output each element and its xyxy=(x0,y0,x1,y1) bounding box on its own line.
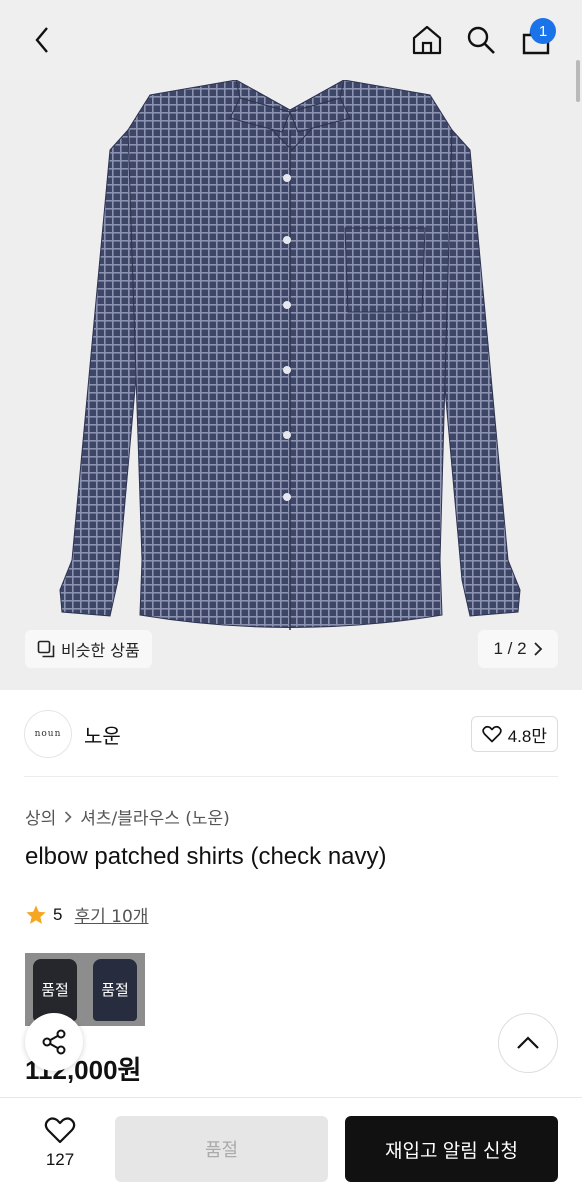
chevron-left-icon xyxy=(35,27,48,53)
brand-like-button[interactable]: 4.8만 xyxy=(470,716,558,752)
wishlist-count: 127 xyxy=(45,1150,75,1169)
chevron-right-icon xyxy=(533,642,542,656)
search-button[interactable] xyxy=(459,18,503,62)
rating-value: 5 xyxy=(53,904,63,924)
rating-row: 5 후기 10개 xyxy=(25,902,148,927)
heart-icon xyxy=(481,725,502,743)
home-button[interactable] xyxy=(405,18,449,62)
variant-soldout-label: 품절 xyxy=(101,981,129,999)
home-icon xyxy=(412,25,442,55)
scrollbar[interactable] xyxy=(576,60,580,102)
similar-products-button[interactable]: 비슷한 상품 xyxy=(25,630,152,668)
product-title: elbow patched shirts (check navy) xyxy=(25,843,387,870)
brand-like-count: 4.8만 xyxy=(507,726,547,746)
variant-thumbnail[interactable]: 품절 xyxy=(85,953,145,1026)
divider xyxy=(24,776,558,777)
similar-products-label: 비슷한 상품 xyxy=(61,641,140,660)
bottom-action-bar: 127 품절 재입고 알림 신청 xyxy=(0,1097,582,1200)
search-icon xyxy=(467,26,495,54)
heart-icon xyxy=(44,1117,76,1144)
top-header xyxy=(0,0,582,80)
soldout-button: 품절 xyxy=(115,1116,328,1182)
brand-row[interactable]: noun 노운 4.8만 xyxy=(24,708,558,760)
variant-soldout-label: 품절 xyxy=(41,981,69,999)
chevron-up-icon xyxy=(517,1036,539,1049)
scroll-top-button[interactable] xyxy=(498,1013,558,1073)
star-icon xyxy=(26,904,46,924)
chevron-right-icon xyxy=(65,810,72,823)
share-icon xyxy=(42,1029,66,1055)
breadcrumb-category[interactable]: 상의 xyxy=(25,804,56,829)
brand-logo[interactable]: noun xyxy=(24,710,72,758)
page-indicator-text: 1 / 2 xyxy=(493,639,527,658)
reviews-link[interactable]: 후기 10개 xyxy=(74,902,148,927)
back-button[interactable] xyxy=(20,18,64,62)
brand-name[interactable]: 노운 xyxy=(84,720,121,749)
breadcrumb-subcategory[interactable]: 셔츠/블라우스 (노운) xyxy=(80,804,230,829)
copy-icon xyxy=(37,640,55,658)
wishlist-button[interactable]: 127 xyxy=(30,1116,90,1180)
restock-alert-button[interactable]: 재입고 알림 신청 xyxy=(345,1116,558,1182)
image-page-indicator[interactable]: 1 / 2 xyxy=(478,630,558,668)
breadcrumb: 상의 셔츠/블라우스 (노운) xyxy=(25,804,230,829)
product-image-gallery[interactable]: 비슷한 상품 1 / 2 xyxy=(0,0,582,690)
product-image xyxy=(59,79,521,630)
cart-count-badge: 1 xyxy=(530,18,556,44)
share-button[interactable] xyxy=(25,1013,83,1071)
